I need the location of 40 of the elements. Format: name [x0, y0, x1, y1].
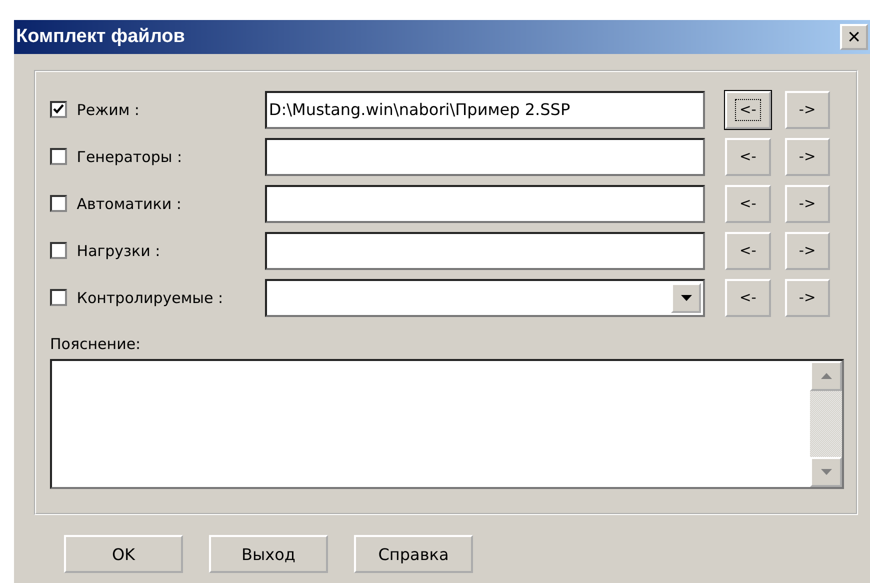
close-button[interactable]: ×: [840, 24, 868, 50]
load-button[interactable]: <-: [725, 232, 771, 270]
load-button[interactable]: <-: [725, 184, 771, 222]
checkbox[interactable]: [50, 195, 67, 212]
field-label: Контролируемые :: [76, 288, 224, 306]
field-label: Генераторы :: [76, 148, 184, 166]
dialog-button[interactable]: Справка: [354, 535, 473, 573]
field-label: Нагрузки :: [76, 242, 162, 260]
dropdown-button[interactable]: [671, 282, 702, 312]
input-field[interactable]: [264, 184, 706, 222]
field-label: Автоматики :: [76, 194, 182, 212]
dropdown-field[interactable]: [264, 278, 706, 316]
input-field[interactable]: [264, 232, 706, 270]
comment-label: Пояснение:: [50, 335, 142, 353]
check-icon: [52, 104, 64, 115]
caret-icon: [680, 294, 692, 300]
checkbox[interactable]: [50, 242, 67, 259]
input-field[interactable]: D:\Mustang.win\nabori\Пример 2.SSP: [264, 90, 706, 128]
checkbox[interactable]: [50, 289, 67, 306]
comment-field[interactable]: [50, 359, 844, 489]
load-button[interactable]: <-: [725, 138, 771, 176]
up-arrow-icon: [820, 373, 832, 379]
save-button[interactable]: ->: [784, 138, 830, 176]
dialog-button[interactable]: OK: [64, 535, 183, 573]
scroll-down-button[interactable]: [810, 457, 842, 487]
dialog-button[interactable]: Выход: [209, 535, 328, 573]
input-field[interactable]: [264, 138, 706, 176]
load-button[interactable]: <-: [725, 90, 771, 128]
checkbox[interactable]: [50, 101, 67, 118]
window-title: Комплект файлов: [16, 26, 185, 48]
save-button[interactable]: ->: [784, 278, 830, 316]
scrollbar[interactable]: [810, 361, 842, 487]
down-arrow-icon: [820, 469, 832, 475]
scroll-up-button[interactable]: [810, 361, 842, 391]
field-label: Режим :: [76, 100, 140, 118]
checkbox[interactable]: [50, 148, 67, 165]
save-button[interactable]: ->: [784, 232, 830, 270]
save-button[interactable]: ->: [784, 184, 830, 222]
save-button[interactable]: ->: [784, 90, 830, 128]
load-button[interactable]: <-: [725, 278, 771, 316]
